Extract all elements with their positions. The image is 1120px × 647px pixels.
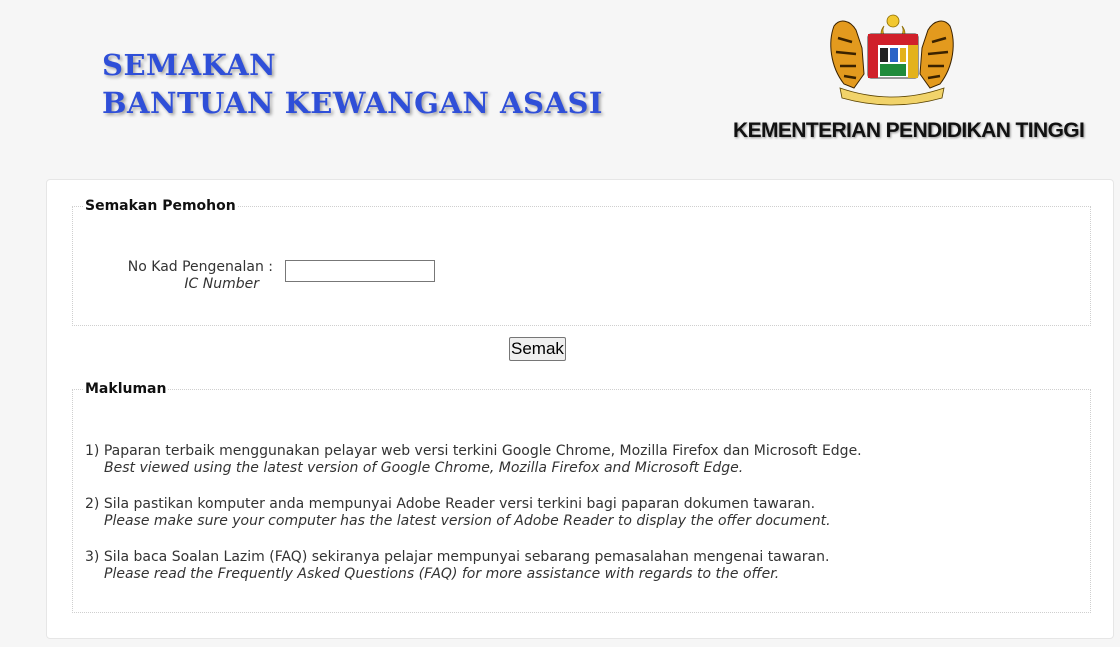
notice-text: 2) Sila pastikan komputer anda mempunyai…: [85, 496, 816, 512]
notice-text: 3) Sila baca Soalan Lazim (FAQ) sekirany…: [85, 549, 830, 565]
notice-text-en: Best viewed using the latest version of …: [104, 460, 744, 476]
ic-number-label: No Kad Pengenalan : IC Number: [73, 259, 273, 293]
notice-section: Makluman 1) Paparan terbaik menggunakan …: [72, 381, 1091, 613]
page-title-line1: SEMAKAN: [102, 48, 277, 82]
main-panel: Semakan Pemohon No Kad Pengenalan : IC N…: [46, 179, 1114, 639]
ministry-name: KEMENTERIAN PENDIDIKAN TINGGI: [733, 119, 1085, 142]
page-title: SEMAKAN BANTUAN KEWANGAN ASASI: [102, 46, 603, 122]
semak-button[interactable]: Semak: [509, 337, 566, 361]
ic-number-label-en: IC Number: [184, 276, 259, 292]
notice-item: 1) Paparan terbaik menggunakan pelayar w…: [85, 443, 862, 477]
applicant-check-section: Semakan Pemohon No Kad Pengenalan : IC N…: [72, 198, 1091, 326]
notice-text-en: Please make sure your computer has the l…: [104, 513, 831, 529]
page-title-line2: BANTUAN KEWANGAN ASASI: [102, 86, 603, 120]
ic-number-input[interactable]: [285, 260, 435, 282]
malaysia-coat-of-arms-icon: [830, 14, 954, 106]
applicant-check-legend: Semakan Pemohon: [85, 198, 236, 214]
notice-item: 3) Sila baca Soalan Lazim (FAQ) sekirany…: [85, 549, 862, 583]
notice-text: 1) Paparan terbaik menggunakan pelayar w…: [85, 443, 862, 459]
ic-number-label-ms: No Kad Pengenalan :: [127, 259, 273, 275]
notice-list: 1) Paparan terbaik menggunakan pelayar w…: [85, 443, 862, 602]
notice-text-en: Please read the Frequently Asked Questio…: [104, 566, 780, 582]
notice-item: 2) Sila pastikan komputer anda mempunyai…: [85, 496, 862, 530]
notice-legend: Makluman: [85, 381, 167, 397]
